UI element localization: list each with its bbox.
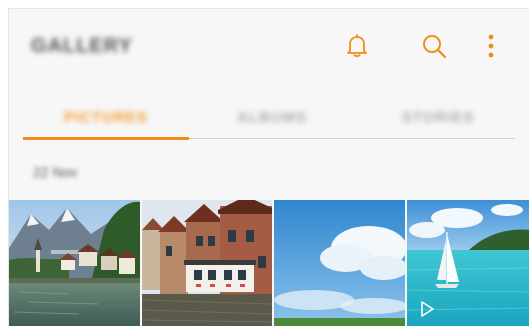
bell-icon bbox=[347, 34, 367, 58]
canal-image bbox=[142, 200, 272, 326]
sky-image bbox=[274, 200, 405, 326]
gallery-app: GALLERY PICTURES ALBUMS STORIES 22 Nov bbox=[8, 8, 529, 326]
more-options-button[interactable] bbox=[476, 31, 506, 61]
active-tab-indicator bbox=[23, 137, 189, 140]
app-title: GALLERY bbox=[31, 35, 133, 57]
play-icon bbox=[421, 301, 434, 317]
thumbnail-sky[interactable] bbox=[274, 200, 405, 326]
video-play-badge bbox=[419, 300, 435, 318]
date-group-header: 22 Nov bbox=[33, 164, 78, 180]
notifications-button[interactable] bbox=[342, 31, 372, 61]
thumbnail-canal[interactable] bbox=[142, 200, 272, 326]
app-header: GALLERY bbox=[9, 9, 529, 79]
thumbnail-sailboat[interactable] bbox=[407, 200, 529, 326]
search-icon bbox=[423, 35, 447, 59]
tab-albums-label: ALBUMS bbox=[236, 108, 308, 126]
thumbnail-village[interactable] bbox=[9, 200, 140, 326]
village-image bbox=[9, 200, 140, 326]
photo-grid bbox=[9, 200, 529, 326]
tab-stories[interactable]: STORIES bbox=[355, 93, 521, 141]
tab-pictures[interactable]: PICTURES bbox=[23, 93, 189, 141]
tab-pictures-label: PICTURES bbox=[64, 108, 148, 126]
search-button[interactable] bbox=[419, 31, 449, 61]
tab-albums[interactable]: ALBUMS bbox=[189, 93, 355, 141]
tab-bar: PICTURES ALBUMS STORIES bbox=[9, 93, 529, 141]
more-options-icon bbox=[488, 34, 494, 58]
tab-stories-label: STORIES bbox=[401, 108, 475, 126]
